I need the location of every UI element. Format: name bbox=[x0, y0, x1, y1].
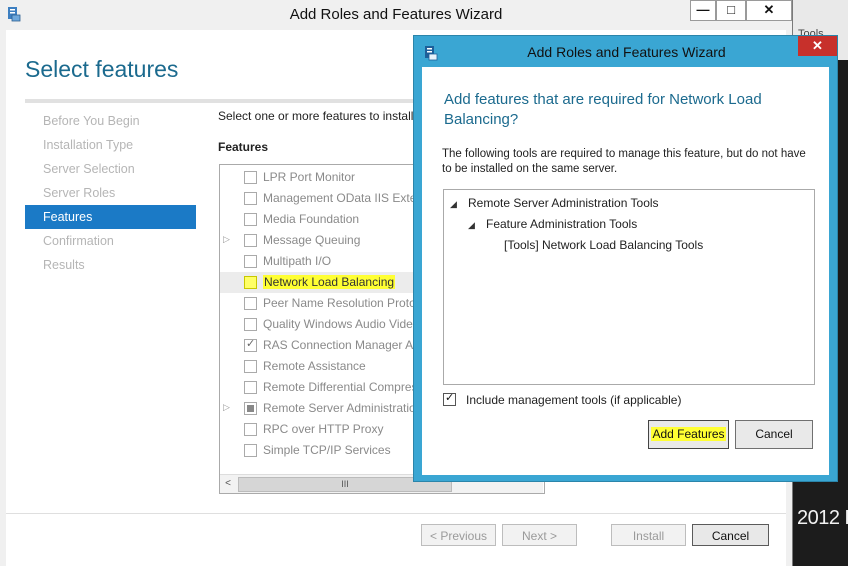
expand-arrow-icon[interactable]: ▷ bbox=[223, 234, 230, 245]
page-title: Select features bbox=[25, 56, 179, 82]
dialog-close-button[interactable]: ✕ bbox=[798, 36, 837, 56]
background-server-text: 2012 R2 bbox=[797, 507, 848, 529]
tree-node[interactable]: [Tools] Network Load Balancing Tools bbox=[504, 238, 703, 252]
tree-node[interactable]: Remote Server Administration Tools bbox=[468, 196, 659, 210]
add-features-button[interactable]: Add Features bbox=[648, 420, 729, 449]
feature-checkbox[interactable] bbox=[244, 255, 257, 268]
include-management-tools-checkbox[interactable] bbox=[443, 391, 456, 406]
instructions-text: Select one or more features to install bbox=[218, 109, 414, 123]
nav-item-server-roles[interactable]: Server Roles bbox=[25, 181, 196, 205]
feature-checkbox[interactable] bbox=[244, 444, 257, 457]
feature-label: RPC over HTTP Proxy bbox=[263, 422, 384, 436]
dialog-body: Add features that are required for Netwo… bbox=[422, 67, 829, 475]
feature-checkbox[interactable] bbox=[244, 337, 257, 352]
dialog-cancel-button[interactable]: Cancel bbox=[735, 420, 813, 449]
dialog-title: Add Roles and Features Wizard bbox=[527, 44, 726, 60]
feature-checkbox[interactable] bbox=[244, 381, 257, 394]
feature-checkbox[interactable] bbox=[244, 234, 257, 247]
feature-label: Simple TCP/IP Services bbox=[263, 443, 391, 457]
feature-checkbox[interactable] bbox=[244, 423, 257, 436]
close-button[interactable]: ✕ bbox=[746, 0, 792, 21]
footer-divider bbox=[6, 513, 786, 514]
nav-item-confirmation[interactable]: Confirmation bbox=[25, 229, 196, 253]
feature-label: LPR Port Monitor bbox=[263, 170, 356, 184]
main-window-title: Add Roles and Features Wizard bbox=[289, 6, 503, 23]
scroll-left-arrow-icon[interactable]: < bbox=[220, 475, 236, 493]
feature-label: Message Queuing bbox=[263, 233, 361, 247]
nav-item-before-you-begin[interactable]: Before You Begin bbox=[25, 109, 196, 133]
add-features-label: Add Features bbox=[651, 427, 726, 441]
dialog-description: The following tools are required to mana… bbox=[442, 148, 806, 175]
nav-item-features[interactable]: Features bbox=[25, 205, 196, 229]
feature-label: Peer Name Resolution Protocol bbox=[263, 296, 432, 310]
feature-checkbox[interactable] bbox=[244, 192, 257, 205]
feature-checkbox[interactable] bbox=[244, 360, 257, 373]
feature-label: Multipath I/O bbox=[263, 254, 332, 268]
dialog-heading: Add features that are required for Netwo… bbox=[444, 91, 762, 128]
nav-item-server-selection[interactable]: Server Selection bbox=[25, 157, 196, 181]
features-heading: Features bbox=[218, 140, 269, 154]
tree-collapse-arrow-icon[interactable]: ◢ bbox=[468, 220, 475, 231]
next-button[interactable]: Next > bbox=[502, 524, 577, 546]
tree-node[interactable]: Feature Administration Tools bbox=[486, 217, 637, 231]
previous-button[interactable]: < Previous bbox=[421, 524, 496, 546]
feature-checkbox[interactable] bbox=[244, 171, 257, 184]
expand-arrow-icon[interactable]: ▷ bbox=[223, 402, 230, 413]
feature-checkbox[interactable] bbox=[244, 318, 257, 331]
feature-checkbox[interactable] bbox=[244, 213, 257, 226]
feature-checkbox[interactable] bbox=[244, 402, 257, 415]
background-desktop: 2012 R2 bbox=[790, 480, 848, 566]
cancel-button[interactable]: Cancel bbox=[692, 524, 769, 546]
nav-item-installation-type[interactable]: Installation Type bbox=[25, 133, 196, 157]
include-management-tools-label[interactable]: Include management tools (if applicable) bbox=[466, 393, 681, 407]
minimize-button[interactable]: — bbox=[690, 0, 716, 21]
feature-label: Network Load Balancing bbox=[263, 275, 396, 289]
feature-label: Media Foundation bbox=[263, 212, 360, 226]
maximize-button[interactable]: □ bbox=[716, 0, 746, 21]
feature-label: Remote Assistance bbox=[263, 359, 366, 373]
feature-checkbox[interactable] bbox=[244, 297, 257, 310]
nav-item-results[interactable]: Results bbox=[25, 253, 196, 277]
install-button[interactable]: Install bbox=[611, 524, 686, 546]
main-titlebar[interactable]: Add Roles and Features Wizard — □ ✕ bbox=[0, 0, 792, 30]
feature-checkbox[interactable] bbox=[244, 276, 257, 289]
tree-collapse-arrow-icon[interactable]: ◢ bbox=[450, 199, 457, 210]
required-tools-tree[interactable]: ◢ Remote Server Administration Tools ◢ Feat… bbox=[443, 189, 815, 385]
add-features-dialog: Add Roles and Features Wizard ✕ Add feat… bbox=[413, 35, 838, 482]
